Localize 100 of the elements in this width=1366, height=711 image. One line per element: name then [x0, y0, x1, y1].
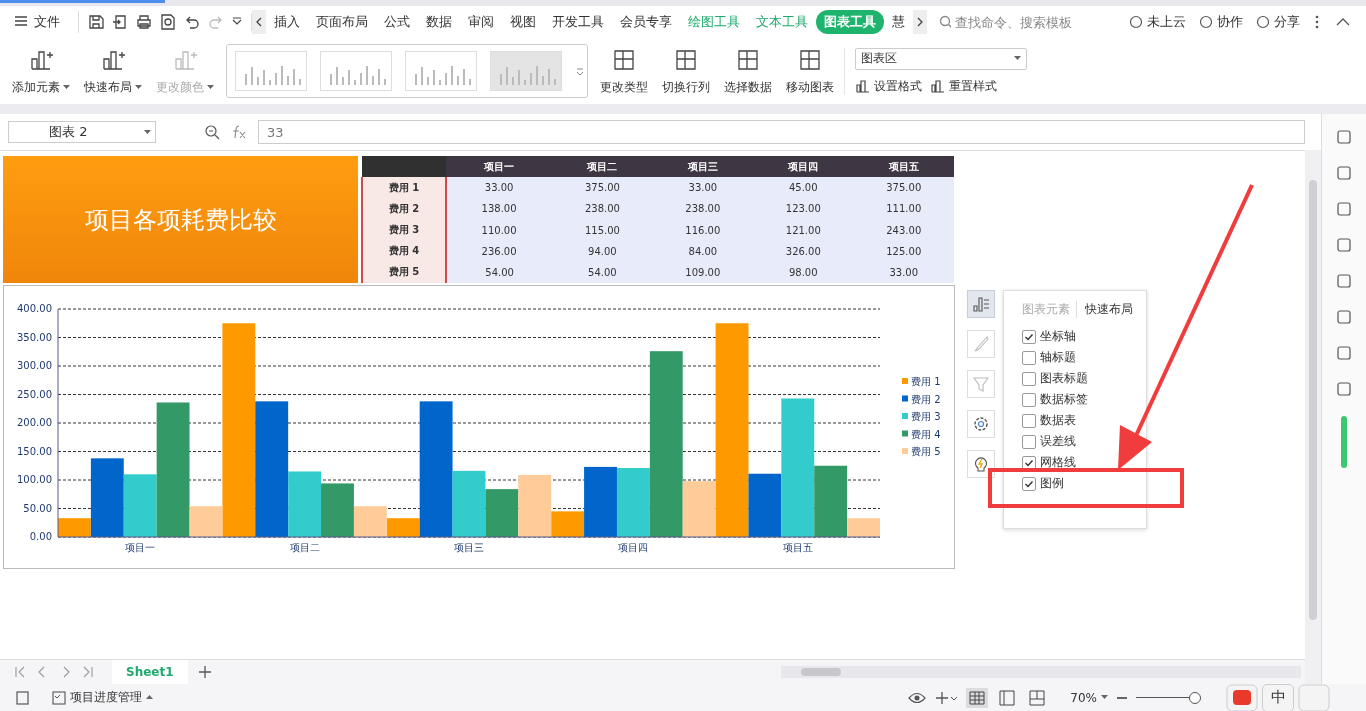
axis-label: 200.00: [17, 417, 52, 428]
chart-elements-button[interactable]: [967, 290, 995, 318]
macro-icon[interactable]: [14, 689, 32, 706]
ribbon-tab[interactable]: 会员专享: [612, 10, 680, 34]
print-icon[interactable]: [135, 13, 153, 31]
document-switcher[interactable]: 项目进度管理: [52, 689, 153, 706]
side-tool-icon[interactable]: [1335, 128, 1353, 146]
function-icon[interactable]: [230, 124, 248, 140]
chart-elements-icon: [972, 295, 990, 313]
side-tool-icon[interactable]: [1335, 308, 1353, 326]
export-icon[interactable]: [111, 13, 129, 31]
horizontal-scrollbar[interactable]: [781, 666, 1301, 678]
formula-field[interactable]: 33: [258, 120, 1305, 144]
input-method-icon[interactable]: [1226, 683, 1258, 711]
table-cell: 45.00: [753, 177, 854, 199]
header-cell: 项目三: [652, 156, 754, 178]
toolbar-action[interactable]: 协作: [1198, 13, 1243, 31]
title-banner: 项目各项耗费比较: [3, 156, 358, 283]
ribbon-button[interactable]: 添加元素: [8, 46, 74, 96]
filter-icon: [972, 375, 990, 393]
checkbox[interactable]: [1022, 434, 1036, 449]
chart-area[interactable]: 0.00 50.00 100.00 150.00 200.00 250.00 300.00 350.00 400.00 项目一 项目二 项目三 项目四 项目五 费用 1 费用 2 费用 3 费用 4 费用 5: [3, 285, 955, 569]
side-tool-icon[interactable]: [1335, 380, 1353, 398]
axis-label: 50.00: [23, 502, 52, 514]
chart-style-thumbnail[interactable]: [235, 51, 307, 91]
axis-label: 项目五: [782, 542, 813, 553]
chart-tips-button[interactable]: [967, 450, 995, 478]
normal-view-icon[interactable]: [966, 687, 989, 708]
table-cell: 98.00: [753, 261, 854, 283]
chart-settings-button[interactable]: [967, 410, 995, 438]
search-field[interactable]: 查找命令、搜索模板: [939, 14, 1079, 30]
checkbox[interactable]: [1022, 329, 1036, 344]
table-cell: 33.00: [652, 177, 754, 199]
ribbon-tab[interactable]: 插入: [266, 10, 308, 34]
side-tool-icon[interactable]: [1335, 272, 1353, 290]
ribbon-button[interactable]: 切换行列: [658, 46, 714, 96]
ribbon-tab[interactable]: 页面布局: [308, 10, 376, 34]
checkbox-label: 误差线: [1040, 433, 1076, 450]
chart-style-thumbnail[interactable]: [490, 51, 562, 91]
input-mode-key[interactable]: 中: [1262, 683, 1294, 711]
ribbon-button[interactable]: 更改类型: [596, 46, 652, 96]
search-icon: [939, 15, 951, 29]
action-icon: [1128, 14, 1144, 30]
chart-element-dropdown[interactable]: 图表区: [855, 47, 1027, 70]
cross-icon[interactable]: [934, 689, 959, 706]
save-icon[interactable]: [87, 13, 105, 31]
format-button[interactable]: 重置样式: [930, 77, 997, 95]
checkbox[interactable]: [1022, 455, 1036, 470]
preview-icon[interactable]: [159, 13, 177, 31]
zoom-thumb[interactable]: [1188, 691, 1201, 704]
chart-style-thumbnail[interactable]: [405, 51, 477, 91]
ribbon-tab[interactable]: 慧: [884, 10, 913, 34]
action-icon: [1255, 14, 1271, 30]
checkbox[interactable]: [1022, 371, 1036, 386]
checkbox[interactable]: [1022, 476, 1036, 491]
axis-label: 项目一: [125, 542, 156, 553]
add-sheet-icon[interactable]: [197, 665, 212, 679]
checkbox[interactable]: [1022, 392, 1036, 407]
ribbon-tab[interactable]: 审阅: [460, 10, 502, 34]
file-menu[interactable]: 文件: [14, 11, 79, 33]
checkbox-label: 数据标签: [1040, 391, 1088, 408]
row-header-cell: 费用 2: [362, 198, 446, 220]
brush-icon: [972, 335, 990, 353]
axis-label: 项目二: [289, 542, 320, 553]
ribbon-button[interactable]: 快速布局: [80, 46, 146, 96]
table-cell: 110.00: [446, 219, 553, 241]
vertical-scrollbar[interactable]: [1305, 150, 1321, 684]
ribbon-tab[interactable]: 数据: [418, 10, 460, 34]
side-tool-icon[interactable]: [1335, 344, 1353, 362]
caret-icon: [63, 84, 70, 90]
axis-label: 项目四: [618, 542, 649, 553]
side-tool-icon[interactable]: [1335, 200, 1353, 218]
checkbox[interactable]: [1022, 413, 1036, 428]
table-cell: 54.00: [552, 261, 653, 283]
scroll-left-icon[interactable]: [252, 10, 266, 34]
side-tool-icon[interactable]: [1335, 164, 1353, 182]
side-tool-icon[interactable]: [1335, 236, 1353, 254]
check-icon: [1024, 457, 1034, 468]
toolbar-action[interactable]: 分享: [1255, 13, 1300, 31]
settings-icon: [972, 415, 990, 433]
format-button[interactable]: 设置格式: [855, 77, 922, 95]
legend-label: 费用 4: [911, 428, 941, 440]
ribbon-tab[interactable]: 视图: [502, 10, 544, 34]
zoom-icon[interactable]: [204, 124, 220, 140]
table-cell: 238.00: [652, 198, 754, 220]
header-cell: 项目五: [853, 156, 954, 178]
legend-label: 费用 5: [911, 446, 941, 457]
ribbon-button[interactable]: 选择数据: [720, 46, 776, 96]
toolbar-action[interactable]: 未上云: [1128, 13, 1186, 31]
chart-style-thumbnail[interactable]: [320, 51, 392, 91]
panel-tab[interactable]: 快速布局: [1077, 301, 1139, 318]
zoom-level[interactable]: 70%: [1070, 690, 1108, 705]
scroll-right-icon[interactable]: [913, 10, 927, 34]
ribbon-button[interactable]: 移动图表: [782, 46, 838, 96]
menu-icon: [14, 14, 28, 27]
ribbon-tab[interactable]: 开发工具: [544, 10, 612, 34]
name-box[interactable]: 图表 2: [8, 121, 156, 143]
checkbox[interactable]: [1022, 350, 1036, 365]
ribbon-tab[interactable]: 公式: [376, 10, 418, 34]
checkbox-label: 轴标题: [1040, 349, 1076, 366]
